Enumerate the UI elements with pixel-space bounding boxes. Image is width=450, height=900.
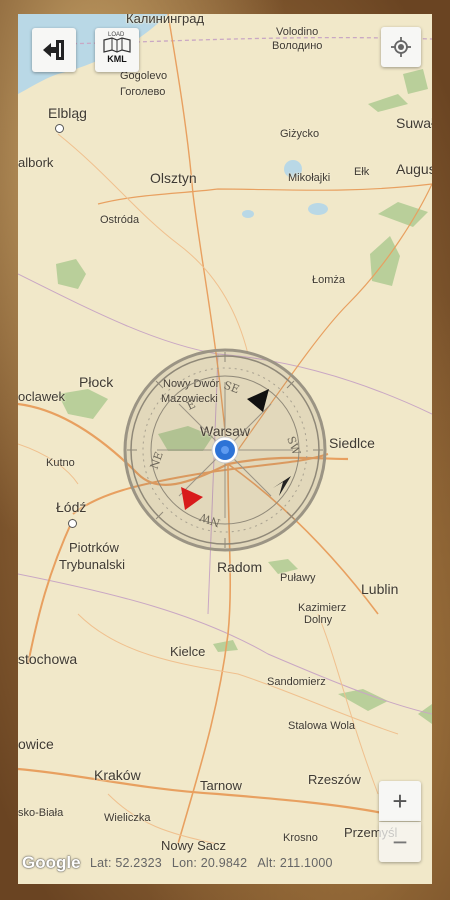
place-label: Nowy Sacz <box>161 838 227 853</box>
crosshair-icon <box>391 37 411 57</box>
place-label: Tarnow <box>200 778 242 793</box>
place-label: sko-Biała <box>18 807 64 819</box>
load-kml-small-label: LOAD <box>108 32 125 38</box>
place-label: Wieliczka <box>104 812 151 824</box>
my-location-button[interactable] <box>381 27 421 67</box>
load-kml-button[interactable]: LOAD KML <box>95 28 139 72</box>
place-label: Гоголево <box>120 86 166 98</box>
place-label: Ostróda <box>100 214 140 226</box>
place-label: Калининград <box>126 14 205 26</box>
place-label: Trybunalski <box>59 557 125 572</box>
place-label: Łomża <box>312 274 346 286</box>
place-label: oclawek <box>18 389 65 404</box>
place-label: Suwał <box>396 115 432 131</box>
latitude-value: Lat: 52.2323 <box>90 856 162 870</box>
zoom-out-button[interactable]: − <box>379 822 421 862</box>
place-label: Kutno <box>46 457 75 469</box>
place-label: Kazimierz <box>298 602 347 614</box>
place-label: Sandomierz <box>267 676 326 688</box>
coordinates-readout: Lat: 52.2323 Lon: 20.9842 Alt: 211.1000 <box>90 856 343 870</box>
place-label: stochowa <box>18 651 78 667</box>
load-kml-label: KML <box>107 53 127 64</box>
place-label: Volodino <box>276 26 319 38</box>
place-label: albork <box>18 155 54 170</box>
place-label: Elbląg <box>48 105 87 121</box>
place-label: Stalowa Wola <box>288 720 356 732</box>
altitude-value: Alt: 211.1000 <box>257 856 333 870</box>
google-logo: Google <box>22 853 81 872</box>
place-label: Siedlce <box>329 435 375 451</box>
place-label: Rzeszów <box>308 772 361 787</box>
place-label: Puławy <box>280 572 316 584</box>
place-marker <box>55 124 64 133</box>
place-label: Augus <box>396 161 432 177</box>
exit-button[interactable] <box>32 28 76 72</box>
compass-rose[interactable]: E SE SW NE NW <box>123 348 327 552</box>
place-label: Łódź <box>56 499 87 515</box>
place-label: Płock <box>79 374 114 390</box>
place-label: Radom <box>217 559 263 575</box>
place-label: Ełk <box>354 166 370 178</box>
place-label: owice <box>18 736 54 752</box>
place-label: Olsztyn <box>150 170 197 186</box>
place-label: Kielce <box>170 644 206 659</box>
place-label: Piotrków <box>69 540 119 555</box>
zoom-in-button[interactable]: + <box>379 781 421 821</box>
place-label: Dolny <box>304 614 333 626</box>
place-label: Володино <box>272 40 323 52</box>
place-label: Lublin <box>361 581 399 597</box>
longitude-value: Lon: 20.9842 <box>171 856 248 870</box>
place-label: Mikołajki <box>288 172 331 184</box>
place-label: Giżycko <box>280 128 320 140</box>
map-book-icon <box>103 36 131 53</box>
place-label: Krosno <box>283 832 318 844</box>
exit-arrow-icon <box>43 40 64 60</box>
place-marker <box>68 519 77 528</box>
place-label: Kraków <box>94 767 141 783</box>
